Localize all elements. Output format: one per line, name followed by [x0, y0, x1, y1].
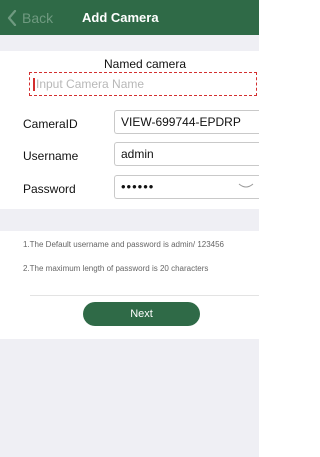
back-label: Back [22, 9, 54, 26]
camera-id-label: CameraID [23, 117, 78, 131]
middle-spacer [0, 209, 259, 231]
username-label: Username [23, 149, 79, 163]
default-credentials-note: 1.The Default username and password is a… [23, 240, 225, 249]
navigation-bar: Back Add Camera [0, 0, 259, 35]
page-title: Add Camera [82, 10, 159, 25]
chevron-left-icon [7, 9, 17, 26]
top-spacer [0, 35, 259, 51]
password-length-note: 2.The maximum length of password is 20 c… [23, 264, 209, 273]
next-button[interactable]: Next [83, 302, 200, 326]
eye-closed-icon[interactable] [238, 182, 254, 190]
named-camera-label: Named camera [103, 57, 187, 71]
camera-id-field[interactable] [114, 110, 259, 134]
bottom-spacer [0, 339, 259, 457]
text-cursor [33, 78, 35, 91]
divider [30, 295, 259, 296]
username-field[interactable] [114, 142, 259, 166]
camera-name-input[interactable] [29, 72, 257, 96]
password-mask: •••••• [121, 179, 155, 194]
password-label: Password [23, 182, 76, 196]
back-button[interactable]: Back [6, 0, 53, 35]
